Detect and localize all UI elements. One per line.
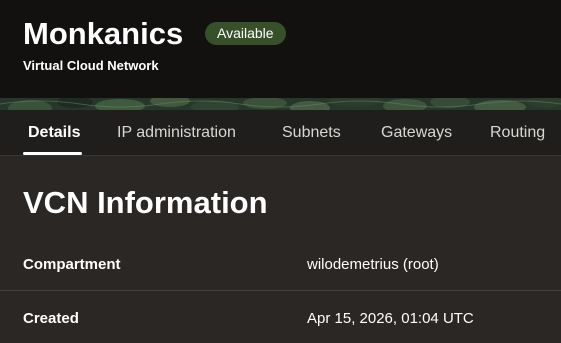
- tab-routing[interactable]: Routing: [490, 110, 545, 155]
- info-label: Created: [23, 310, 79, 327]
- info-row-created: Created Apr 15, 2026, 01:04 UTC: [0, 294, 561, 343]
- decorative-banner: [0, 98, 561, 110]
- resource-type-label: Virtual Cloud Network: [23, 58, 159, 73]
- tab-ip-administration[interactable]: IP administration: [117, 110, 236, 155]
- section-title: VCN Information: [23, 185, 268, 220]
- tabs-divider: [0, 155, 561, 156]
- vcn-details-page: Monkanics Available Virtual Cloud Networ…: [0, 0, 561, 343]
- info-label: Compartment: [23, 256, 121, 273]
- tab-bar: Details IP administration Subnets Gatewa…: [0, 110, 561, 155]
- status-badge: Available: [205, 22, 286, 45]
- page-title: Monkanics: [23, 16, 184, 51]
- info-row-compartment: Compartment wilodemetrius (root): [0, 240, 561, 290]
- tab-subnets[interactable]: Subnets: [282, 110, 341, 155]
- page-header: Monkanics Available Virtual Cloud Networ…: [0, 0, 561, 98]
- tab-gateways[interactable]: Gateways: [381, 110, 452, 155]
- info-value: wilodemetrius (root): [307, 256, 439, 273]
- tab-details[interactable]: Details: [28, 110, 80, 155]
- row-divider: [0, 290, 561, 291]
- info-value: Apr 15, 2026, 01:04 UTC: [307, 310, 474, 327]
